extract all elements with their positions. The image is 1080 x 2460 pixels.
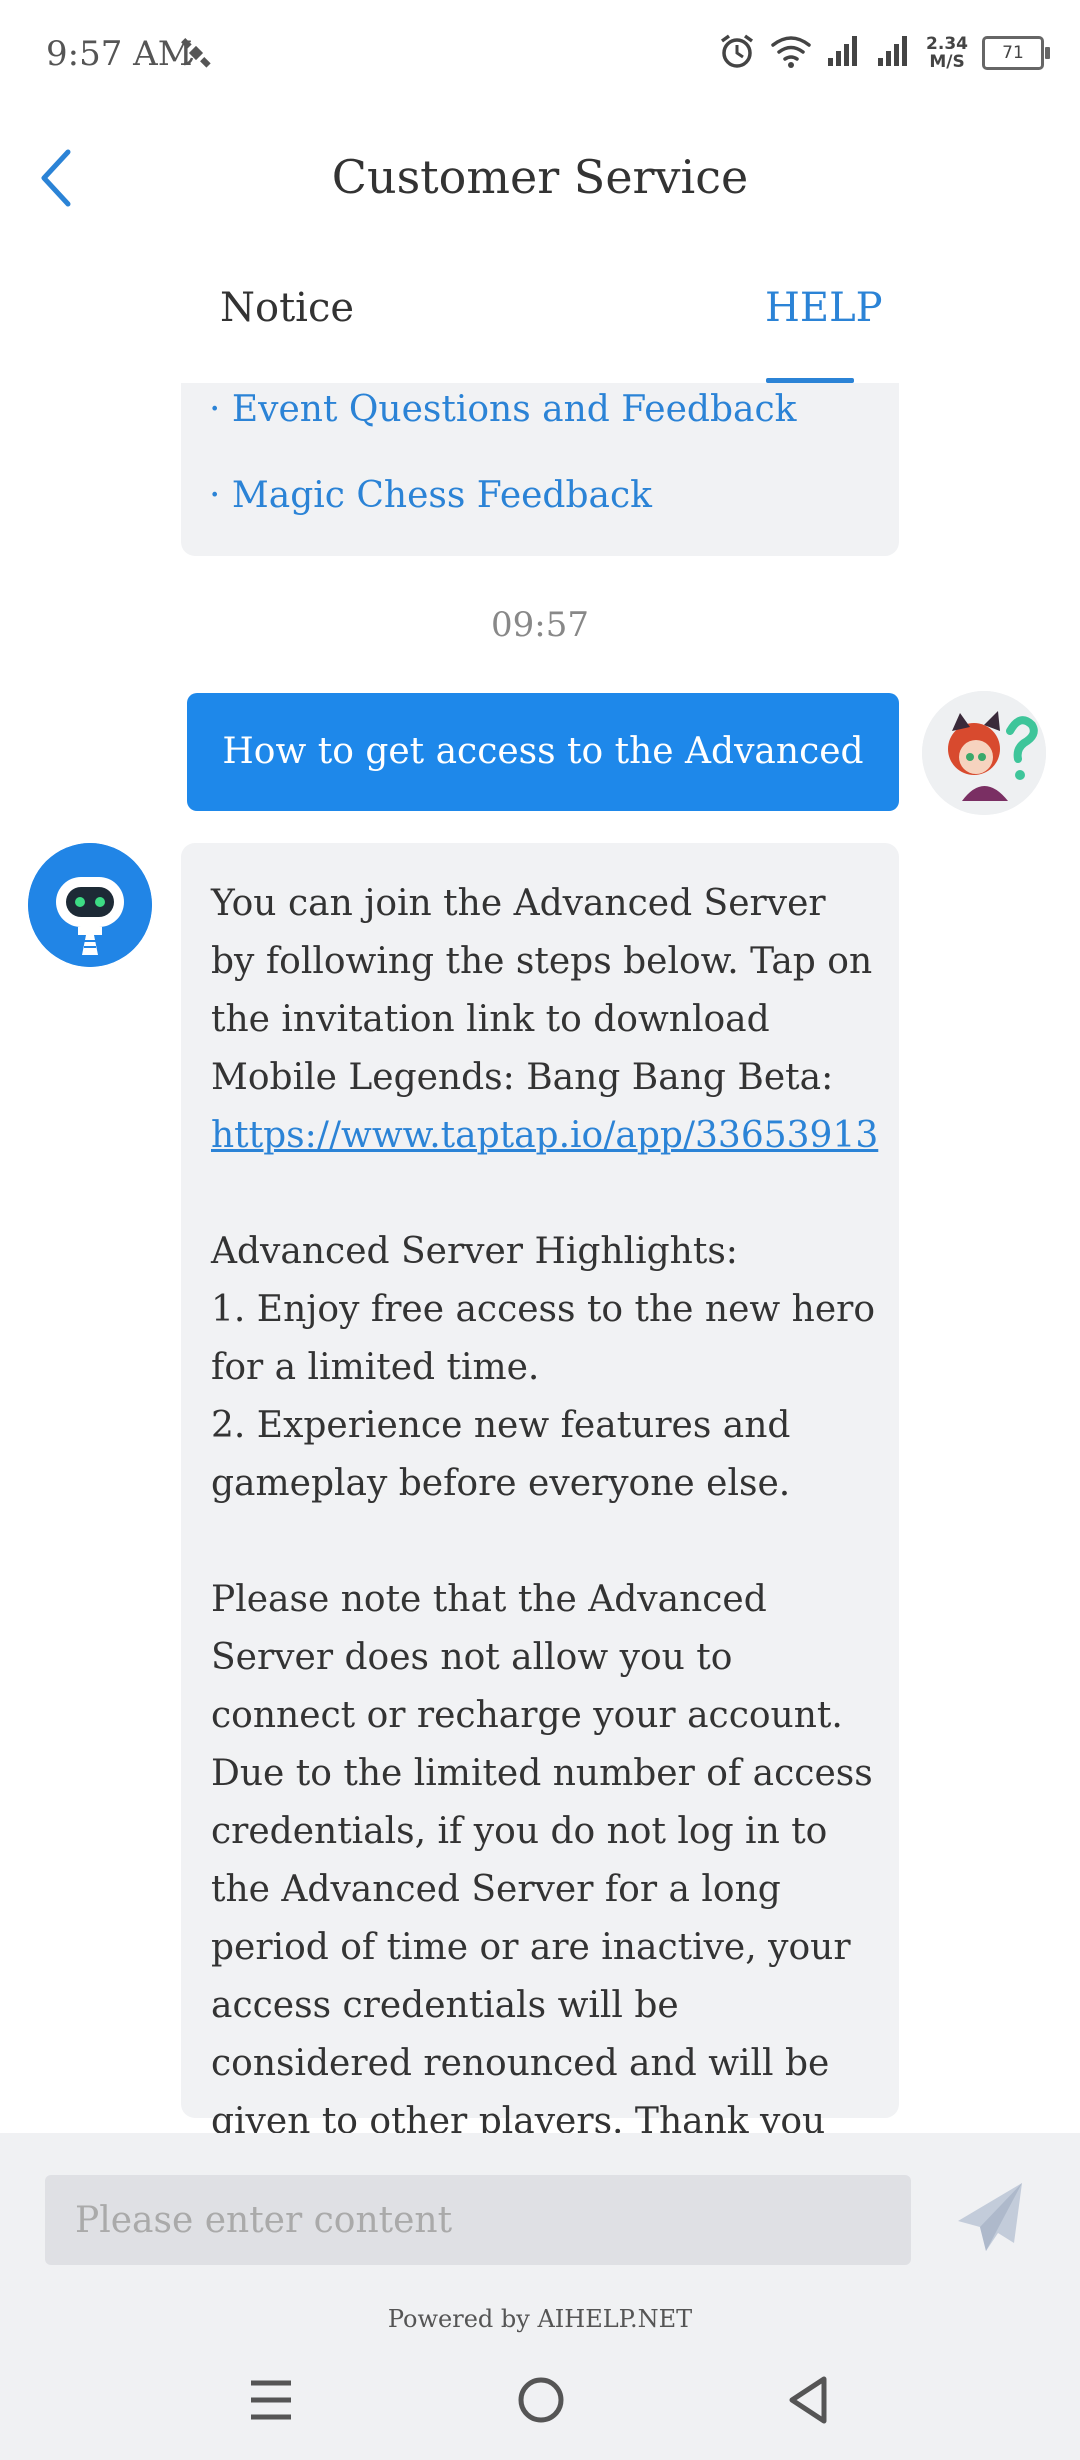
menu-icon[interactable] <box>247 2375 295 2429</box>
system-nav-bar <box>0 2343 1080 2460</box>
status-bar: 9:57 AM 2.34 M/S 71 <box>0 0 1080 110</box>
signal-icon-2 <box>876 34 912 72</box>
home-icon[interactable] <box>516 2375 566 2429</box>
battery-icon: 71 <box>982 36 1050 70</box>
send-icon[interactable] <box>952 2177 1032 2261</box>
status-icons: 2.34 M/S 71 <box>718 32 1050 74</box>
back-triangle-icon[interactable] <box>786 2375 830 2429</box>
status-time: 9:57 AM <box>46 34 193 74</box>
input-area: Powered by AIHELP.NET <box>0 2133 1080 2343</box>
bot-message-text: You can join the Advanced Server by foll… <box>211 875 878 2133</box>
user-message-bubble: How to get access to the Advanced Server… <box>187 693 899 890</box>
user-avatar <box>922 691 1046 815</box>
network-speed: 2.34 M/S <box>926 35 968 71</box>
powered-by-text: Powered by AIHELP.NET <box>387 2305 693 2333</box>
faq-link-event-questions[interactable]: · Event Questions and Feedback <box>209 389 796 430</box>
chat-area[interactable]: · Event Questions and Feedback · Magic C… <box>0 383 1080 2133</box>
bot-message-bubble: You can join the Advanced Server by foll… <box>181 843 899 2133</box>
faq-card: · Event Questions and Feedback · Magic C… <box>181 383 899 556</box>
faq-link-magic-chess[interactable]: · Magic Chess Feedback <box>209 475 652 516</box>
bot-message-body: Advanced Server Highlights: 1. Enjoy fre… <box>211 1231 876 2133</box>
tab-bar: Notice HELP <box>0 255 1080 383</box>
network-speed-unit: M/S <box>929 52 965 72</box>
satellite-icon <box>178 36 214 76</box>
tab-help[interactable]: HELP <box>765 285 883 331</box>
battery-level: 71 <box>1002 43 1024 63</box>
tab-notice[interactable]: Notice <box>220 285 354 331</box>
wifi-icon <box>770 33 812 73</box>
network-speed-value: 2.34 <box>926 34 968 54</box>
alarm-icon <box>718 32 756 74</box>
chat-timestamp: 09:57 <box>491 605 589 645</box>
signal-icon-1 <box>826 34 862 72</box>
header: Customer Service <box>0 110 1080 250</box>
bot-message-intro: You can join the Advanced Server by foll… <box>211 883 873 1098</box>
bot-avatar <box>28 843 152 967</box>
message-input[interactable] <box>45 2175 911 2265</box>
taptap-link[interactable]: https://www.taptap.io/app/33653913 <box>211 1115 878 1156</box>
page-title: Customer Service <box>331 150 749 204</box>
